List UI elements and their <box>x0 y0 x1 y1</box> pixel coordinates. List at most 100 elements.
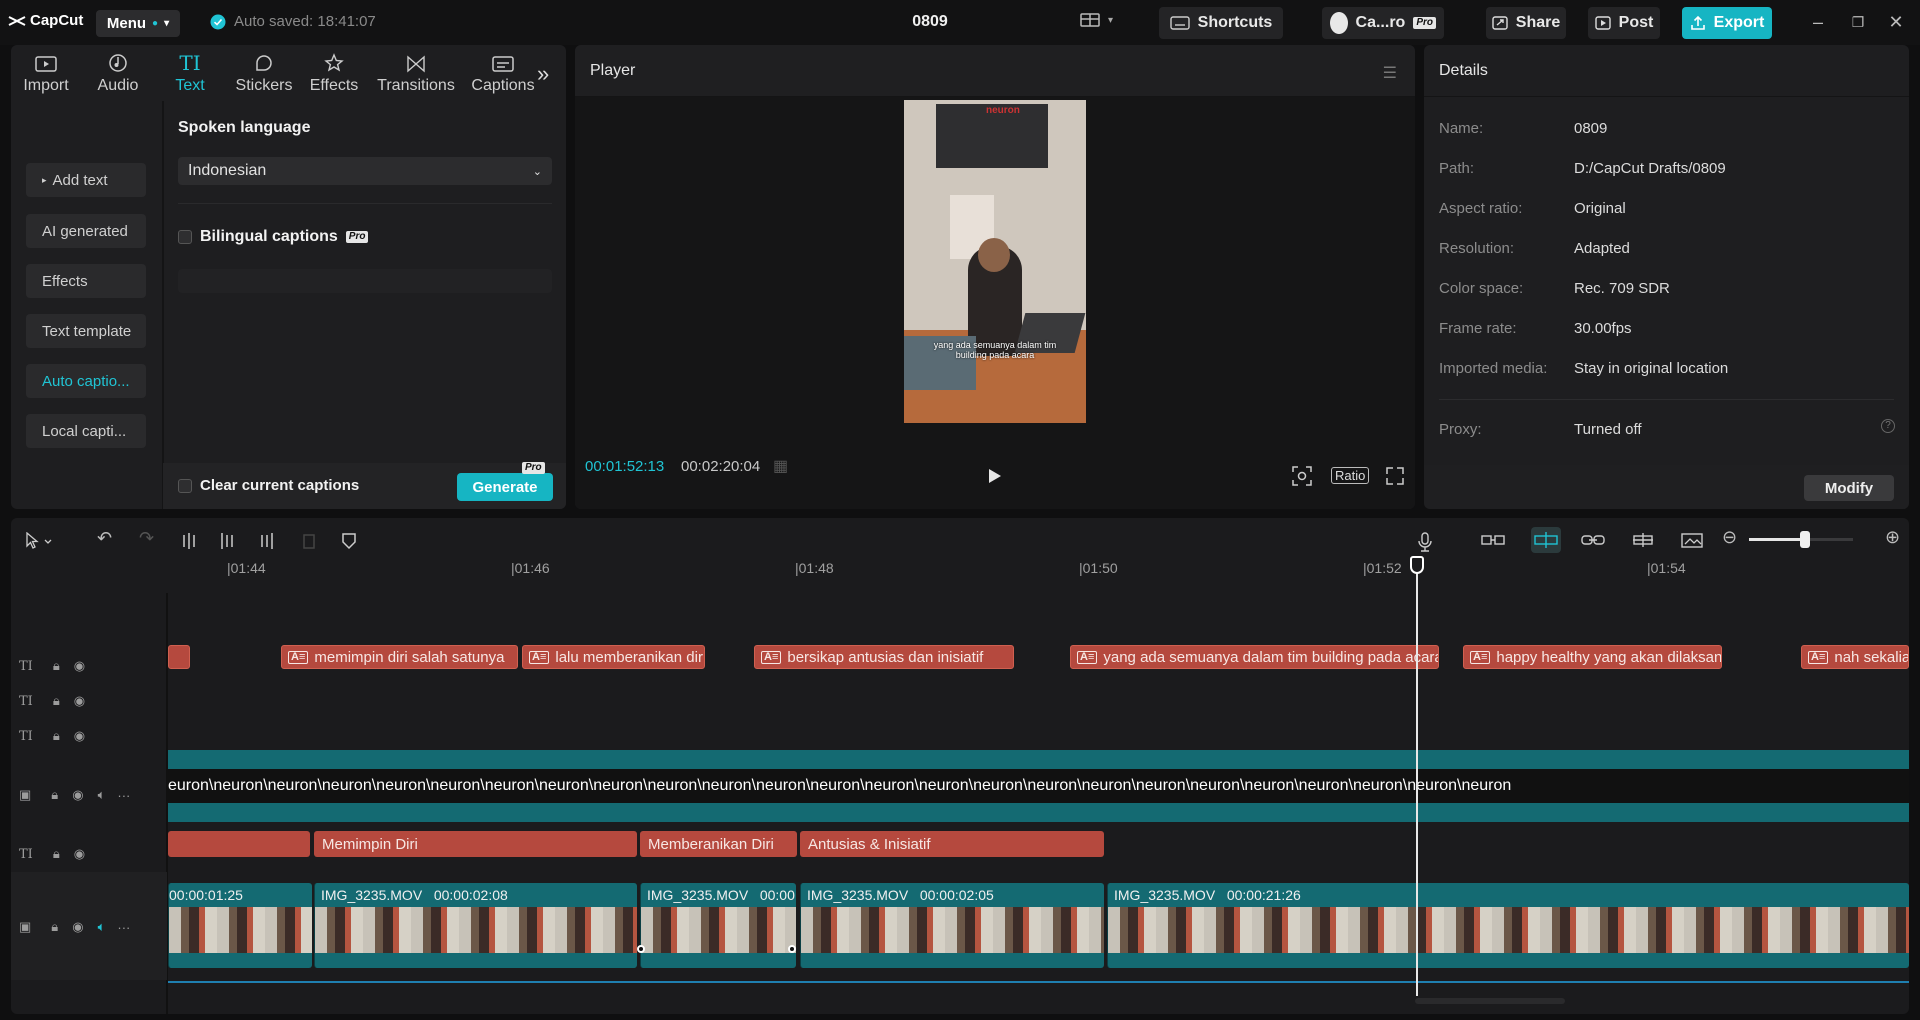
video-clip-label: IMG_3235.MOV 00:00:02:08 <box>321 887 508 903</box>
speaker-icon[interactable]: 🔈︎ <box>98 787 106 803</box>
video-clip[interactable]: IMG_3235.MOV 00:00: <box>640 883 796 968</box>
more-icon[interactable]: ··· <box>117 920 130 935</box>
lock-icon[interactable]: 🔒︎ <box>53 693 60 709</box>
eye-icon[interactable]: ◉ <box>74 693 85 709</box>
eye-icon[interactable]: ◉ <box>74 846 85 862</box>
zoom-in-icon[interactable]: ⊕ <box>1885 527 1900 548</box>
fullscreen-button[interactable] <box>1386 467 1404 485</box>
tab-transitions[interactable]: Transitions <box>374 45 458 101</box>
restore-icon[interactable]: ❐ <box>1846 10 1870 34</box>
generate-button[interactable]: Generate <box>457 473 553 501</box>
title-clip[interactable]: Memberanikan Diri <box>640 831 797 857</box>
marker-button[interactable] <box>341 532 357 550</box>
transition-handle[interactable] <box>788 945 796 953</box>
video-thumbnails <box>641 907 796 953</box>
layout-button[interactable]: ▾ <box>1080 12 1113 28</box>
post-button[interactable]: Post <box>1588 7 1660 39</box>
lock-icon[interactable]: 🔒︎ <box>53 658 60 674</box>
detail-key: Color space: <box>1439 280 1524 297</box>
lock-icon[interactable]: 🔒︎ <box>51 919 58 935</box>
minimize-icon[interactable]: – <box>1806 10 1830 34</box>
subnav-ai-generated[interactable]: AI generated <box>26 214 146 248</box>
speaker-muted-icon[interactable]: 🔈︎ <box>98 919 106 935</box>
subnav-effects[interactable]: Effects <box>26 264 146 298</box>
playhead-handle[interactable] <box>1410 556 1424 574</box>
overlay-clip[interactable]: euron\neuron\neuron\neuron\neuron\neuron… <box>168 750 1909 822</box>
tab-captions[interactable]: Captions <box>463 45 543 101</box>
tab-stickers[interactable]: Stickers <box>229 45 299 101</box>
shortcuts-button[interactable]: Shortcuts <box>1159 7 1283 39</box>
zoom-slider-handle[interactable] <box>1800 531 1810 548</box>
record-audio-button[interactable] <box>1417 532 1433 552</box>
thumbnail-button[interactable] <box>1681 532 1705 550</box>
tab-import[interactable]: Import <box>11 45 81 101</box>
video-clip[interactable]: IMG_3235.MOV 00:00:21:26 <box>1107 883 1909 968</box>
split-button[interactable] <box>181 532 197 550</box>
delete-right-button[interactable] <box>259 532 275 550</box>
player-menu-icon[interactable]: ☰ <box>1383 63 1397 83</box>
caption-clip[interactable]: A≡ bersikap antusias dan inisiatif <box>754 645 1014 669</box>
lock-icon[interactable]: 🔒︎ <box>53 728 60 744</box>
eye-icon[interactable]: ◉ <box>72 919 83 935</box>
lock-icon[interactable]: 🔒︎ <box>51 787 58 803</box>
help-icon[interactable]: ? <box>1881 419 1895 433</box>
more-tabs-icon[interactable]: » <box>537 61 549 87</box>
timecode-grid-icon[interactable]: ▦ <box>773 456 788 476</box>
caption-text: lalu memberanikan diri <box>555 648 705 666</box>
caption-clip[interactable]: A≡ yang ada semuanya dalam tim building p… <box>1070 645 1439 669</box>
share-button[interactable]: Share <box>1486 7 1566 39</box>
main-track-magnet-button[interactable] <box>1481 532 1505 548</box>
auto-snap-button[interactable] <box>1531 527 1561 553</box>
subnav-local-captions[interactable]: Local capti... <box>26 414 146 448</box>
ratio-button[interactable]: Ratio <box>1331 467 1370 484</box>
preview-axis-button[interactable] <box>1631 532 1655 548</box>
link-button[interactable] <box>1581 532 1605 548</box>
pro-badge: Pro <box>522 462 545 474</box>
eye-icon[interactable]: ◉ <box>72 787 83 803</box>
delete-button[interactable] <box>301 532 317 550</box>
title-clip[interactable]: Memimpin Diri <box>314 831 637 857</box>
title-clip[interactable] <box>168 831 310 857</box>
caption-clip[interactable]: A≡ memimpin diri salah satunya <box>281 645 518 669</box>
caption-clip[interactable]: A≡ happy healthy yang akan dilaksan <box>1463 645 1722 669</box>
transition-handle[interactable] <box>637 945 645 953</box>
play-button[interactable] <box>988 468 1002 484</box>
caption-clip[interactable]: A≡ nah sekalian <box>1801 645 1909 669</box>
select-tool-button[interactable] <box>25 532 53 550</box>
tab-text[interactable]: TI Text <box>155 45 225 101</box>
modify-button[interactable]: Modify <box>1804 475 1894 501</box>
subnav-auto-captions[interactable]: Auto captio... <box>26 364 146 398</box>
video-clip[interactable]: IMG_3235.MOV 00:00:02:08 <box>314 883 637 968</box>
video-preview[interactable]: neuron yang ada semuanya dalam tim build… <box>904 100 1086 423</box>
spoken-language-select[interactable]: Indonesian ⌄ <box>178 157 552 185</box>
menu-button[interactable]: Menu ● ▾ <box>96 10 180 37</box>
more-icon[interactable]: ··· <box>117 788 130 803</box>
account-button[interactable]: Ca...ro Pro <box>1322 7 1444 39</box>
zoom-fit-button[interactable] <box>1292 466 1312 486</box>
eye-icon[interactable]: ◉ <box>74 658 85 674</box>
close-icon[interactable]: ✕ <box>1884 10 1908 34</box>
caption-clip[interactable]: A≡ lalu memberanikan diri <box>522 645 705 669</box>
export-button[interactable]: Export <box>1682 7 1772 39</box>
ruler-label: |01:48 <box>795 560 834 576</box>
redo-icon[interactable]: ↷ <box>139 528 154 549</box>
video-clip[interactable]: IMG_3235.MOV 00:00:02:05 <box>800 883 1104 968</box>
eye-icon[interactable]: ◉ <box>74 728 85 744</box>
title-clip[interactable]: Antusias & Inisiatif <box>800 831 1104 857</box>
ruler-label: |01:54 <box>1647 560 1686 576</box>
video-clip[interactable]: 00:00:01:25 <box>168 883 312 968</box>
tab-effects[interactable]: Effects <box>299 45 369 101</box>
lock-icon[interactable]: 🔒︎ <box>53 846 60 862</box>
caption-clip[interactable] <box>168 645 190 669</box>
tab-audio[interactable]: Audio <box>83 45 153 101</box>
delete-left-button[interactable] <box>219 532 235 550</box>
timeline-ruler[interactable]: |01:44 |01:46 |01:48 |01:50 |01:52 |01:5… <box>167 556 1909 586</box>
clear-captions-checkbox[interactable] <box>178 478 192 493</box>
zoom-out-icon[interactable]: ⊖ <box>1722 527 1737 548</box>
subnav-add-text[interactable]: ▸ Add text <box>26 163 146 197</box>
bilingual-checkbox[interactable] <box>178 230 192 244</box>
undo-icon[interactable]: ↶ <box>97 528 112 549</box>
subnav-text-template[interactable]: Text template <box>26 314 146 348</box>
horizontal-scrollbar[interactable] <box>1415 998 1565 1004</box>
playhead[interactable] <box>1416 556 1418 996</box>
